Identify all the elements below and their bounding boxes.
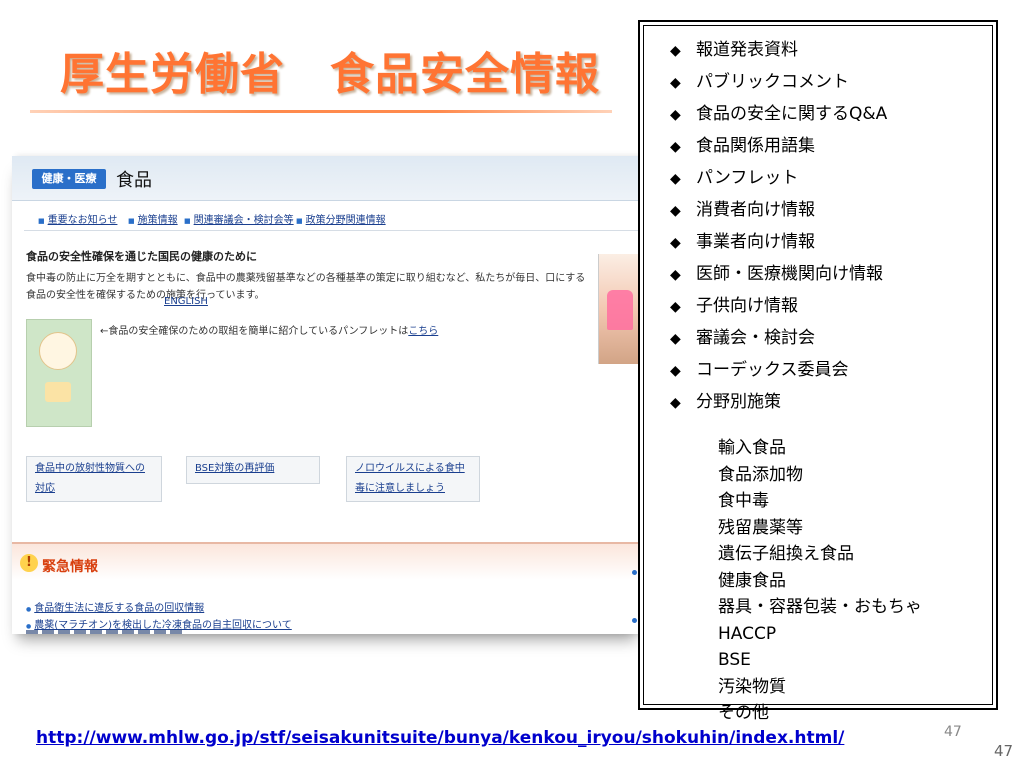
diamond-bullet-icon: ◆ <box>670 139 681 155</box>
menu-item[interactable]: ◆ 報道発表資料 <box>670 34 887 66</box>
header-band <box>12 156 642 201</box>
sub-menu-item[interactable]: 汚染物質 <box>718 674 922 701</box>
right-bullet-icon <box>632 618 637 623</box>
family-photo <box>598 254 642 364</box>
diamond-bullet-icon: ◆ <box>670 395 681 411</box>
pamphlet-thumbnail[interactable] <box>26 319 92 427</box>
urgent-item-pesticide[interactable]: 農薬(マラチオン)を検出した冷凍食品の自主回収について <box>26 616 292 631</box>
menu-item-label: パンフレット <box>696 168 799 188</box>
urgent-item-recall[interactable]: 食品衛生法に違反する食品の回収情報 <box>26 599 204 614</box>
sub-menu-item[interactable]: 残留農薬等 <box>718 515 922 542</box>
menu-item-label: 事業者向け情報 <box>696 232 815 252</box>
tab-important-notice[interactable]: 重要なお知らせ <box>38 211 118 226</box>
menu-box: ◆ 報道発表資料 ◆ パブリックコメント ◆ 食品の安全に関するQ&A ◆ 食品関係用語… <box>638 20 998 723</box>
source-url-link[interactable]: http://www.mhlw.go.jp/stf/seisakunitsuit… <box>36 728 844 748</box>
sub-menu-item[interactable]: その他 <box>718 700 922 727</box>
menu-item[interactable]: ◆ パブリックコメント <box>670 66 887 98</box>
page-heading: 食品 <box>116 170 152 191</box>
page-number-outer: 47 <box>994 742 1014 760</box>
sub-menu-item[interactable]: BSE <box>718 647 922 674</box>
sub-menu-list: 輸入食品 食品添加物 食中毒 残留農薬等 遺伝子組換え食品 健康食品 器具・容器… <box>718 435 922 727</box>
sub-menu-item[interactable]: 器具・容器包装・おもちゃ <box>718 594 922 621</box>
pamphlet-link[interactable]: こちら <box>408 326 438 337</box>
sub-menu-item[interactable]: 遺伝子組換え食品 <box>718 541 922 568</box>
truncated-link <box>26 630 186 634</box>
urgent-title: 緊急情報 <box>42 559 98 575</box>
menu-item-label: 分野別施策 <box>696 392 781 412</box>
menu-item[interactable]: ◆ パンフレット <box>670 162 887 194</box>
english-link[interactable]: ENGLISH <box>164 296 208 307</box>
menu-item[interactable]: ◆ 消費者向け情報 <box>670 194 887 226</box>
diamond-bullet-icon: ◆ <box>670 203 681 219</box>
sub-menu-item[interactable]: HACCP <box>718 621 922 648</box>
menu-item-label: 消費者向け情報 <box>696 200 815 220</box>
feature-bse[interactable]: BSE対策の再評価 <box>186 456 320 484</box>
intro-title: 食品の安全性確保を通じた国民の健康のために <box>26 250 257 263</box>
sub-menu-item[interactable]: 食中毒 <box>718 488 922 515</box>
menu-item[interactable]: ◆ 審議会・検討会 <box>670 322 887 354</box>
pamphlet-logo-icon <box>39 332 77 370</box>
sub-menu-item[interactable]: 輸入食品 <box>718 435 922 462</box>
sub-menu-item[interactable]: 食品添加物 <box>718 462 922 489</box>
tab-councils[interactable]: 関連審議会・検討会等 <box>184 211 294 226</box>
sub-menu-item[interactable]: 健康食品 <box>718 568 922 595</box>
diamond-bullet-icon: ◆ <box>670 43 681 59</box>
menu-item-label: 子供向け情報 <box>696 296 798 316</box>
menu-item[interactable]: ◆ 子供向け情報 <box>670 290 887 322</box>
category-tag[interactable]: 健康・医療 <box>32 169 106 189</box>
intro-body: 食中毒の防止に万全を期すとともに、食品中の農薬残留基準などの各種基準の策定に取り… <box>26 273 586 301</box>
menu-item[interactable]: ◆ コーデックス委員会 <box>670 354 887 386</box>
pamphlet-food-icon <box>45 382 71 402</box>
slide-title: 厚生労働省 食品安全情報 <box>60 49 600 100</box>
right-bullet-icon <box>632 570 637 575</box>
warning-icon: ! <box>20 554 38 572</box>
diamond-bullet-icon: ◆ <box>670 267 681 283</box>
diamond-bullet-icon: ◆ <box>670 235 681 251</box>
tab-policy-fields[interactable]: 政策分野関連情報 <box>296 211 386 226</box>
menu-item-label: パブリックコメント <box>696 72 849 92</box>
diamond-bullet-icon: ◆ <box>670 171 681 187</box>
title-underline <box>30 110 612 113</box>
website-screenshot: 健康・医療 食品 重要なお知らせ 施策情報 関連審議会・検討会等 政策分野関連情… <box>12 156 642 634</box>
feature-norovirus[interactable]: ノロウイルスによる食中毒に注意しましょう <box>346 456 480 502</box>
menu-item[interactable]: ◆ 事業者向け情報 <box>670 226 887 258</box>
diamond-bullet-icon: ◆ <box>670 75 681 91</box>
pamphlet-description: ←食品の安全確保のための取組を簡単に紹介しているパンフレットはこちら <box>100 322 438 337</box>
menu-item[interactable]: ◆ 食品の安全に関するQ&A <box>670 98 887 130</box>
menu-item[interactable]: ◆ 食品関係用語集 <box>670 130 887 162</box>
menu-item-label: 報道発表資料 <box>696 40 798 60</box>
menu-item-label: 審議会・検討会 <box>696 328 815 348</box>
diamond-bullet-icon: ◆ <box>670 299 681 315</box>
page-number-inner: 47 <box>944 724 962 740</box>
menu-item-label: 食品関係用語集 <box>696 136 815 156</box>
diamond-bullet-icon: ◆ <box>670 107 681 123</box>
feature-radioactive[interactable]: 食品中の放射性物質への対応 <box>26 456 162 502</box>
menu-item-label: 医師・医療機関向け情報 <box>696 264 883 284</box>
diamond-bullet-icon: ◆ <box>670 331 681 347</box>
menu-item-label: 食品の安全に関するQ&A <box>696 104 888 124</box>
tab-policy-info[interactable]: 施策情報 <box>128 211 178 226</box>
menu-item[interactable]: ◆ 医師・医療機関向け情報 <box>670 258 887 290</box>
diamond-bullet-icon: ◆ <box>670 363 681 379</box>
urgent-band <box>12 542 642 580</box>
tab-bar: 重要なお知らせ 施策情報 関連審議会・検討会等 政策分野関連情報 <box>24 208 642 231</box>
menu-item-label: コーデックス委員会 <box>696 360 849 380</box>
menu-list: ◆ 報道発表資料 ◆ パブリックコメント ◆ 食品の安全に関するQ&A ◆ 食品関係用語… <box>670 34 887 418</box>
menu-item[interactable]: ◆ 分野別施策 <box>670 386 887 418</box>
pamphlet-text: ←食品の安全確保のための取組を簡単に紹介しているパンフレットは <box>100 326 409 337</box>
